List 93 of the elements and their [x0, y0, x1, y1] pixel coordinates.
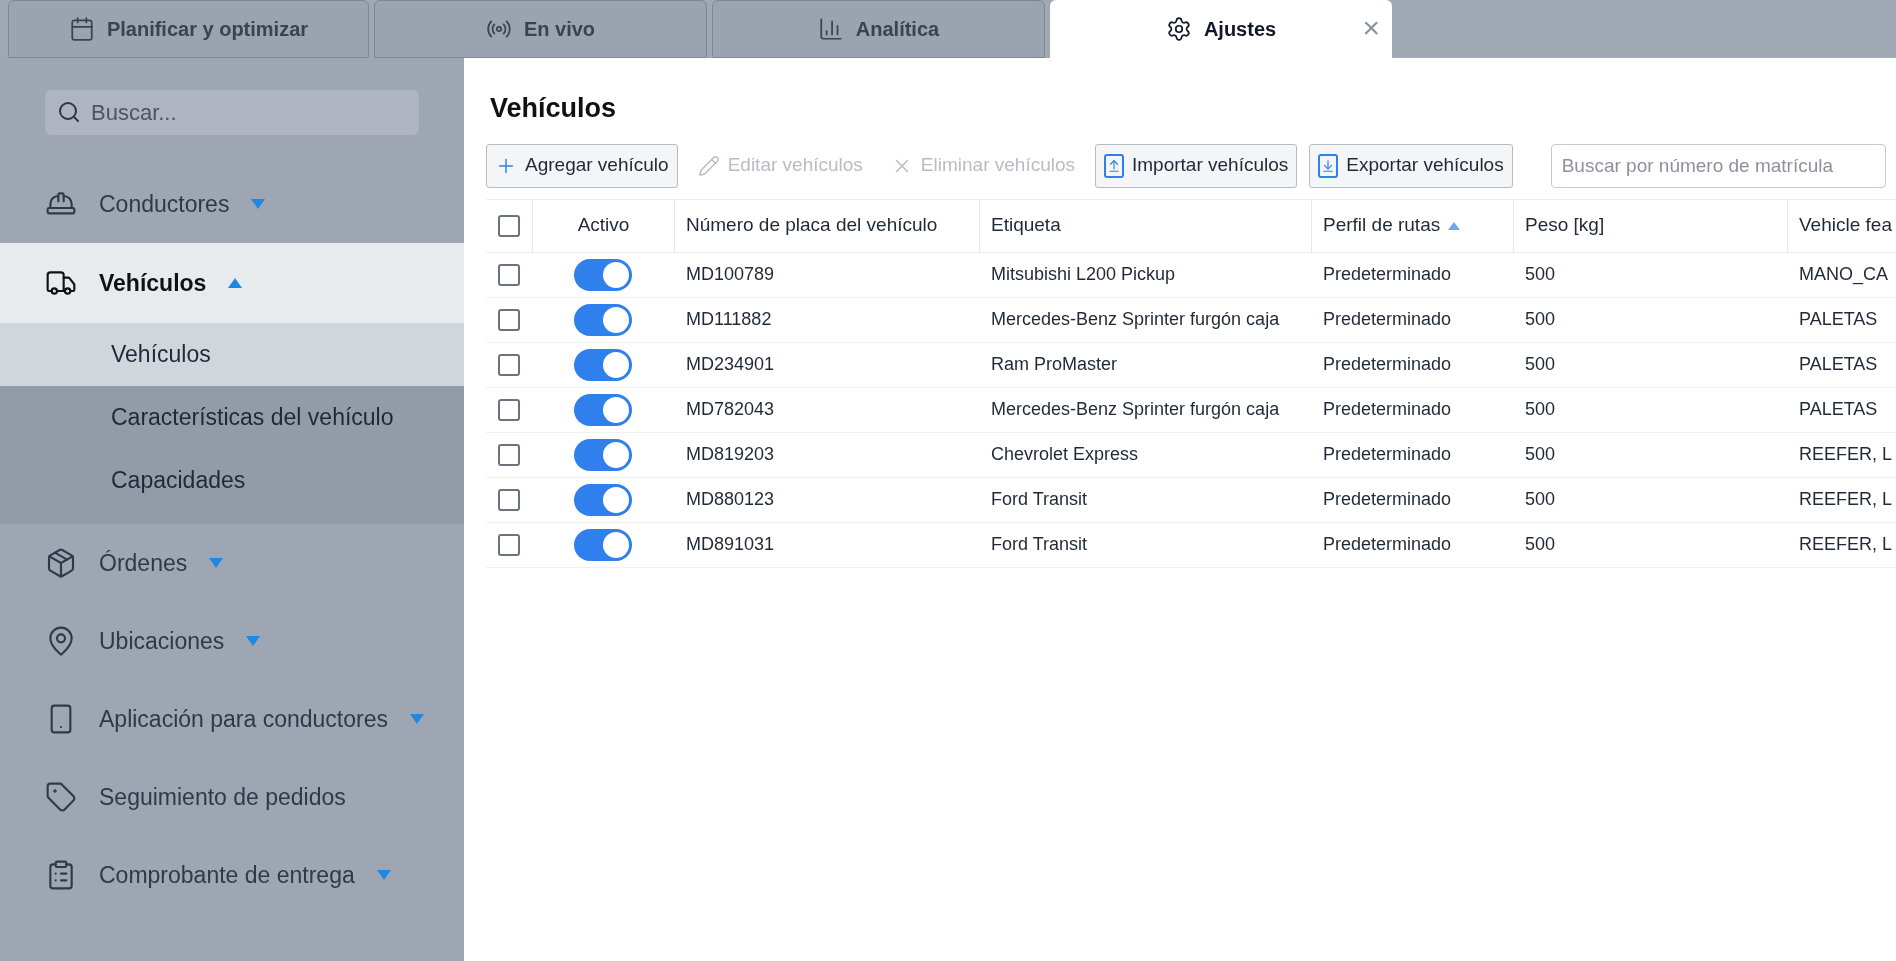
table-cell: Ram ProMaster: [991, 354, 1118, 374]
toggle-switch[interactable]: [574, 258, 632, 291]
table-cell: Predeterminado: [1323, 399, 1452, 419]
column-header[interactable]: Peso [kg]: [1525, 211, 1605, 240]
table-cell: Predeterminado: [1323, 309, 1452, 329]
column-header[interactable]: Activo: [577, 211, 630, 240]
tab[interactable]: En vivo: [374, 0, 707, 58]
table-cell: Mercedes-Benz Sprinter furgón caja: [991, 399, 1280, 419]
checkbox[interactable]: [498, 263, 520, 286]
table-cell: PALETAS: [1799, 399, 1878, 419]
table-cell: PALETAS: [1799, 309, 1878, 329]
caret-down-icon: [376, 870, 391, 880]
search-icon: [57, 100, 81, 124]
table-cell: 500: [1525, 444, 1556, 464]
toggle-switch[interactable]: [574, 393, 632, 426]
sidebar-item[interactable]: Órdenes: [0, 524, 464, 602]
table-cell: MD880123: [686, 489, 775, 509]
sidebar-item[interactable]: Vehículos: [0, 243, 464, 323]
sidebar-item[interactable]: Aplicación para conductores: [0, 680, 464, 758]
sort-ascending-icon: [1448, 221, 1461, 230]
table-cell: Mercedes-Benz Sprinter furgón caja: [991, 309, 1280, 329]
caret-down-icon: [409, 714, 424, 724]
tag-icon: [45, 781, 77, 813]
table-cell: MD100789: [686, 264, 775, 284]
caret-down-icon: [246, 636, 261, 646]
table-cell: Ford Transit: [991, 489, 1088, 509]
box-icon: [45, 547, 77, 579]
caret-up-icon: [228, 278, 243, 288]
pencil-icon: [697, 154, 720, 177]
table-cell: 500: [1525, 489, 1556, 509]
table-cell: MD891031: [686, 534, 775, 554]
toolbar-button[interactable]: Importar vehículos: [1095, 143, 1298, 188]
table-cell: 500: [1525, 354, 1556, 374]
checkbox[interactable]: [498, 214, 520, 237]
toggle-switch[interactable]: [574, 348, 632, 381]
tab[interactable]: Ajustes ×: [1050, 0, 1392, 58]
checkbox[interactable]: [498, 308, 520, 331]
sidebar-item[interactable]: Seguimiento de pedidos: [0, 758, 464, 836]
column-header[interactable]: Perfil de rutas: [1323, 211, 1461, 240]
table-cell: REEFER, L: [1799, 534, 1893, 554]
settings-icon: [1165, 16, 1192, 42]
table-cell: 500: [1525, 534, 1556, 554]
table-cell: Predeterminado: [1323, 264, 1452, 284]
sidebar-item[interactable]: Conductores: [0, 165, 464, 243]
table-cell: Predeterminado: [1323, 354, 1452, 374]
toolbar-button[interactable]: Exportar vehículos: [1309, 143, 1513, 188]
column-header[interactable]: Vehicle fea: [1799, 211, 1892, 240]
column-header[interactable]: Etiqueta: [991, 211, 1061, 240]
table-cell: REEFER, L: [1799, 444, 1893, 464]
table-cell: MD782043: [686, 399, 775, 419]
table-cell: MD819203: [686, 444, 775, 464]
calendar-icon: [68, 16, 95, 42]
tab[interactable]: Analítica: [712, 0, 1045, 58]
table-cell: Predeterminado: [1323, 534, 1452, 554]
table-cell: 500: [1525, 264, 1556, 284]
search-field[interactable]: Buscar...: [45, 90, 419, 135]
close-button[interactable]: ×: [1362, 14, 1380, 42]
checkbox[interactable]: [498, 533, 520, 556]
sidebar-item[interactable]: Comprobante de entrega: [0, 836, 464, 914]
toggle-switch[interactable]: [574, 483, 632, 516]
tab[interactable]: Planificar y optimizar: [8, 0, 369, 58]
sidebar-subitem[interactable]: Capacidades: [0, 449, 464, 512]
toolbar-button[interactable]: Agregar vehículo: [486, 143, 678, 188]
toggle-switch[interactable]: [574, 303, 632, 336]
caret-down-icon: [209, 558, 224, 568]
sidebar-subitem[interactable]: Vehículos: [0, 323, 464, 386]
table-cell: MD234901: [686, 354, 775, 374]
page-title: Vehículos: [489, 92, 618, 125]
caret-down-icon: [251, 199, 266, 209]
checkbox[interactable]: [498, 353, 520, 376]
table-cell: REEFER, L: [1799, 489, 1893, 509]
table-cell: Predeterminado: [1323, 489, 1452, 509]
upload-icon: [1104, 153, 1124, 178]
table-cell: MANO_CA: [1799, 264, 1888, 284]
table-cell: 500: [1525, 309, 1556, 329]
column-header[interactable]: Número de placa del vehículo: [686, 211, 938, 240]
sidebar-item[interactable]: Ubicaciones: [0, 602, 464, 680]
table-cell: MD111882: [686, 309, 772, 329]
toggle-switch[interactable]: [574, 438, 632, 471]
toggle-switch[interactable]: [574, 528, 632, 561]
bar-chart-icon: [817, 16, 844, 42]
table-cell: Ford Transit: [991, 534, 1088, 554]
checkbox[interactable]: [498, 398, 520, 421]
table-cell: Chevrolet Express: [991, 444, 1139, 464]
download-icon: [1318, 153, 1339, 178]
table-cell: PALETAS: [1799, 354, 1878, 374]
search-field[interactable]: Buscar por número de matrícula: [1550, 143, 1886, 188]
table-cell: 500: [1525, 399, 1556, 419]
sidebar-subitem[interactable]: Características del vehículo: [0, 386, 464, 449]
checkbox[interactable]: [498, 443, 520, 466]
checkbox[interactable]: [498, 488, 520, 511]
table-cell: Predeterminado: [1323, 444, 1452, 464]
table-cell: Mitsubishi L200 Pickup: [991, 264, 1176, 284]
